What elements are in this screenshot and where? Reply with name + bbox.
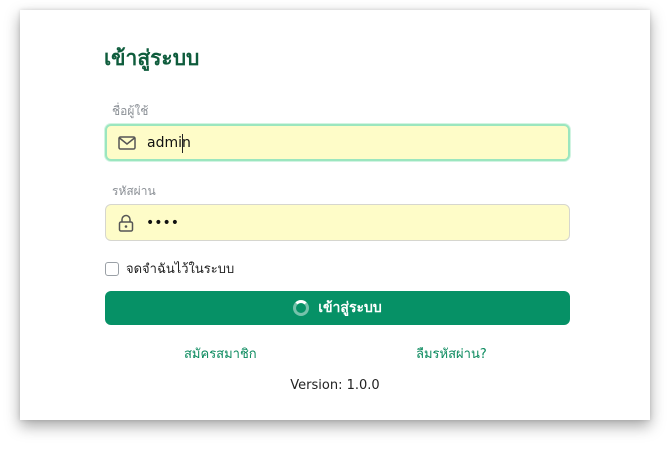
page-title: เข้าสู่ระบบ <box>104 46 200 70</box>
username-label: ชื่อผู้ใช้ <box>112 104 149 118</box>
version-text: Version: 1.0.0 <box>290 378 380 393</box>
username-input[interactable] <box>147 126 568 159</box>
mail-icon <box>107 126 147 159</box>
remember-checkbox[interactable] <box>105 261 119 276</box>
username-field[interactable] <box>105 124 570 161</box>
register-link[interactable]: สมัครสมาชิก <box>184 343 257 364</box>
remember-me[interactable]: จดจำฉันไว้ในระบบ <box>105 258 234 279</box>
spinner-icon <box>293 300 310 316</box>
login-button-label: เข้าสู่ระบบ <box>318 300 382 316</box>
password-label: รหัสผ่าน <box>112 184 156 198</box>
forgot-password-link[interactable]: ลืมรหัสผ่าน? <box>416 343 487 364</box>
password-field[interactable] <box>105 204 570 241</box>
login-button[interactable]: เข้าสู่ระบบ <box>105 291 570 325</box>
login-card: เข้าสู่ระบบ ชื่อผู้ใช้ รหัสผ่าน จดจำฉันไ… <box>20 10 650 420</box>
remember-label: จดจำฉันไว้ในระบบ <box>126 262 235 277</box>
text-caret <box>182 134 183 153</box>
lock-icon <box>106 205 146 240</box>
password-input[interactable] <box>146 205 569 240</box>
